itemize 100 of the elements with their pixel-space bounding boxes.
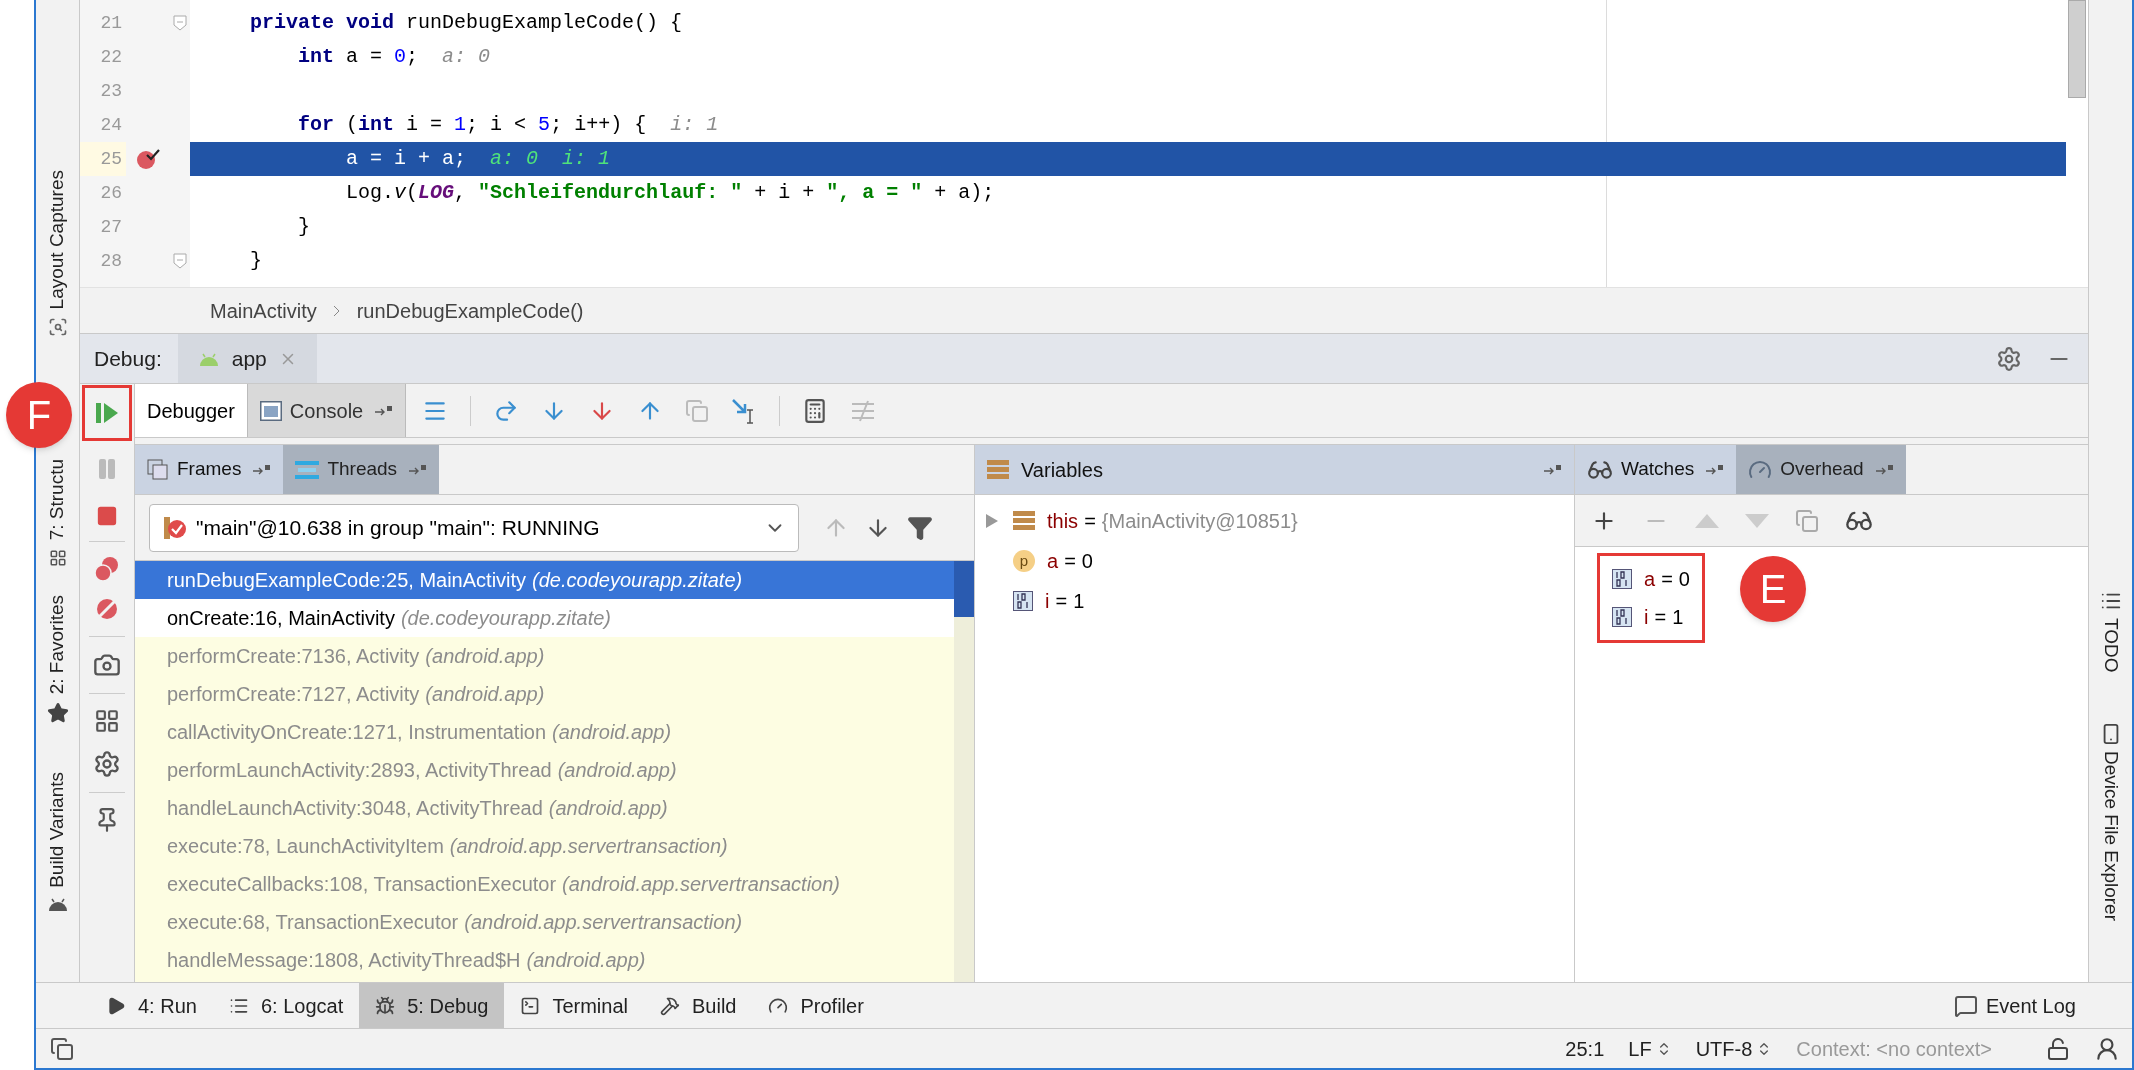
- stack-frame[interactable]: onCreate:16, MainActivity (de.codeyourapp.zitate): [135, 599, 954, 637]
- bug-icon: [375, 995, 396, 1016]
- scrollbar-thumb[interactable]: [2068, 0, 2086, 98]
- line-number: 23: [99, 79, 123, 103]
- lock-icon[interactable]: [2046, 1036, 2070, 1061]
- line-number: 21: [99, 11, 123, 35]
- sidebar-tab[interactable]: Layout Captures: [43, 170, 72, 310]
- variable-entry[interactable]: i = 1: [1045, 586, 1085, 616]
- speech-bubble-icon: [1953, 993, 1978, 1018]
- inline-value-hint: i: 1: [670, 112, 719, 138]
- panel-tab[interactable]: Threads: [283, 445, 440, 494]
- debug-tab[interactable]: Console: [247, 384, 407, 437]
- thread-selector[interactable]: "main"@10.638 in group "main": RUNNING: [149, 503, 799, 552]
- session-tab[interactable]: app: [177, 334, 317, 383]
- line-number: 28: [99, 249, 123, 273]
- breadcrumb-item[interactable]: runDebugExampleCode(): [356, 295, 584, 326]
- tool-window-button[interactable]: Build: [644, 983, 753, 1028]
- panels-icon[interactable]: [50, 1036, 74, 1061]
- code-line: }: [249, 248, 262, 274]
- tool-window-button[interactable]: 6: Logcat: [212, 983, 360, 1028]
- tool-window-button[interactable]: Terminal: [504, 983, 644, 1028]
- resume-button[interactable]: [82, 385, 132, 441]
- session-tab-label: app: [231, 345, 267, 372]
- encoding-selector[interactable]: UTF-8: [1695, 1033, 1773, 1064]
- line-number: 27: [99, 215, 123, 239]
- settings-icon[interactable]: [93, 750, 121, 778]
- parameter-icon: p: [1013, 550, 1035, 572]
- inline-value-hint: i: 1: [562, 146, 611, 172]
- primitive-value-icon: [1612, 569, 1632, 589]
- pin-tab-icon: [1875, 464, 1894, 475]
- layout-icon[interactable]: [94, 708, 120, 734]
- code-line: a = i + a;: [345, 146, 467, 172]
- resume-icon: [96, 403, 118, 423]
- pin-tab-icon: [409, 464, 428, 475]
- person-icon[interactable]: [2094, 1035, 2120, 1062]
- drop-frame-icon[interactable]: [685, 398, 710, 423]
- caret-position[interactable]: 25:1: [1565, 1033, 1605, 1064]
- thread-status-icon: [162, 514, 188, 541]
- pin-tab-icon: [375, 405, 394, 416]
- threads-icon: [295, 458, 320, 481]
- code-line: private void runDebugExampleCode() {: [249, 10, 683, 36]
- sidebar-tab[interactable]: 2: Favorites: [43, 594, 72, 694]
- event-log-button[interactable]: Event Log: [1937, 983, 2092, 1028]
- breadcrumb-item[interactable]: MainActivity: [210, 295, 317, 326]
- line-number: 22: [99, 45, 123, 69]
- watch-entry[interactable]: a = 0: [1644, 564, 1690, 594]
- panel-tab[interactable]: Frames: [135, 445, 284, 494]
- debug-tab[interactable]: Debugger: [135, 384, 248, 437]
- inline-value-hint: a: 0: [490, 146, 539, 172]
- chevron-right-icon: [332, 304, 341, 317]
- mute-breakpoints-icon[interactable]: [94, 596, 120, 622]
- frames-icon: [147, 458, 169, 481]
- panel-tab[interactable]: Watches: [1575, 445, 1737, 494]
- object-icon: [1013, 511, 1035, 531]
- variable-entry[interactable]: a = 0: [1047, 546, 1093, 576]
- line-number: 24: [99, 113, 123, 137]
- object-icon: [987, 459, 1009, 480]
- pin-tab-icon: [1706, 464, 1725, 475]
- thread-name: "main"@10.638 in group "main": RUNNING: [196, 514, 601, 541]
- scrollbar-thumb[interactable]: [954, 561, 974, 617]
- fold-marker-icon[interactable]: [173, 15, 187, 31]
- watch-entry[interactable]: i = 1: [1644, 602, 1684, 632]
- inline-value-hint: a: 0: [442, 44, 491, 70]
- breakpoints-icon[interactable]: [94, 556, 120, 582]
- play-icon: [106, 995, 126, 1016]
- context-label: Context: <no context>: [1796, 1036, 1992, 1062]
- settings-icon[interactable]: [1996, 345, 2022, 372]
- expand-arrow-icon[interactable]: [985, 513, 999, 529]
- stop-icon[interactable]: [96, 505, 118, 527]
- primitive-value-icon: [1013, 591, 1033, 611]
- tool-window-button[interactable]: 4: Run: [90, 983, 213, 1028]
- line-number: 26: [99, 181, 123, 205]
- primitive-value-icon: [1612, 607, 1632, 627]
- sidebar-tab[interactable]: Build Variants: [43, 772, 72, 888]
- grid-icon: [48, 548, 67, 567]
- terminal-icon: [520, 995, 541, 1016]
- line-separator-selector[interactable]: LF: [1628, 1033, 1672, 1064]
- panel-tab[interactable]: Overhead: [1736, 445, 1906, 494]
- console-icon: [259, 400, 282, 421]
- pin-tab-icon: [1544, 464, 1562, 475]
- code-line: }: [297, 214, 311, 240]
- trace-icon[interactable]: [850, 399, 877, 422]
- panel-title: Variables: [1021, 457, 1104, 483]
- tool-window-button[interactable]: 5: Debug: [359, 983, 505, 1028]
- sidebar-tab[interactable]: TODO: [2096, 618, 2125, 673]
- code-line: for (int i = 1; i < 5; i++) {: [297, 112, 647, 138]
- breakpoint-icon[interactable]: [136, 148, 160, 170]
- star-icon: [46, 702, 69, 724]
- sidebar-tab[interactable]: Device File Explorer: [2096, 750, 2125, 921]
- sidebar-tab[interactable]: 7: Structu: [43, 459, 72, 541]
- copy-icon[interactable]: [1795, 508, 1819, 533]
- fold-marker-icon[interactable]: [173, 253, 187, 269]
- code-line: Log.v(LOG, "Schleifendurchlauf: " + i + ", a = " + a);: [345, 180, 995, 206]
- inspect-icon: [47, 317, 68, 338]
- variable-entry[interactable]: this = {MainActivity@10851}: [1047, 506, 1298, 536]
- filter-icon[interactable]: [907, 514, 933, 541]
- stack-frame[interactable]: runDebugExampleCode:25, MainActivity (de.codeyourapp.zitate): [135, 561, 954, 599]
- pin-tab-icon: [253, 464, 272, 475]
- debug-label: Debug:: [94, 345, 162, 372]
- tool-window-button[interactable]: Profiler: [752, 983, 880, 1028]
